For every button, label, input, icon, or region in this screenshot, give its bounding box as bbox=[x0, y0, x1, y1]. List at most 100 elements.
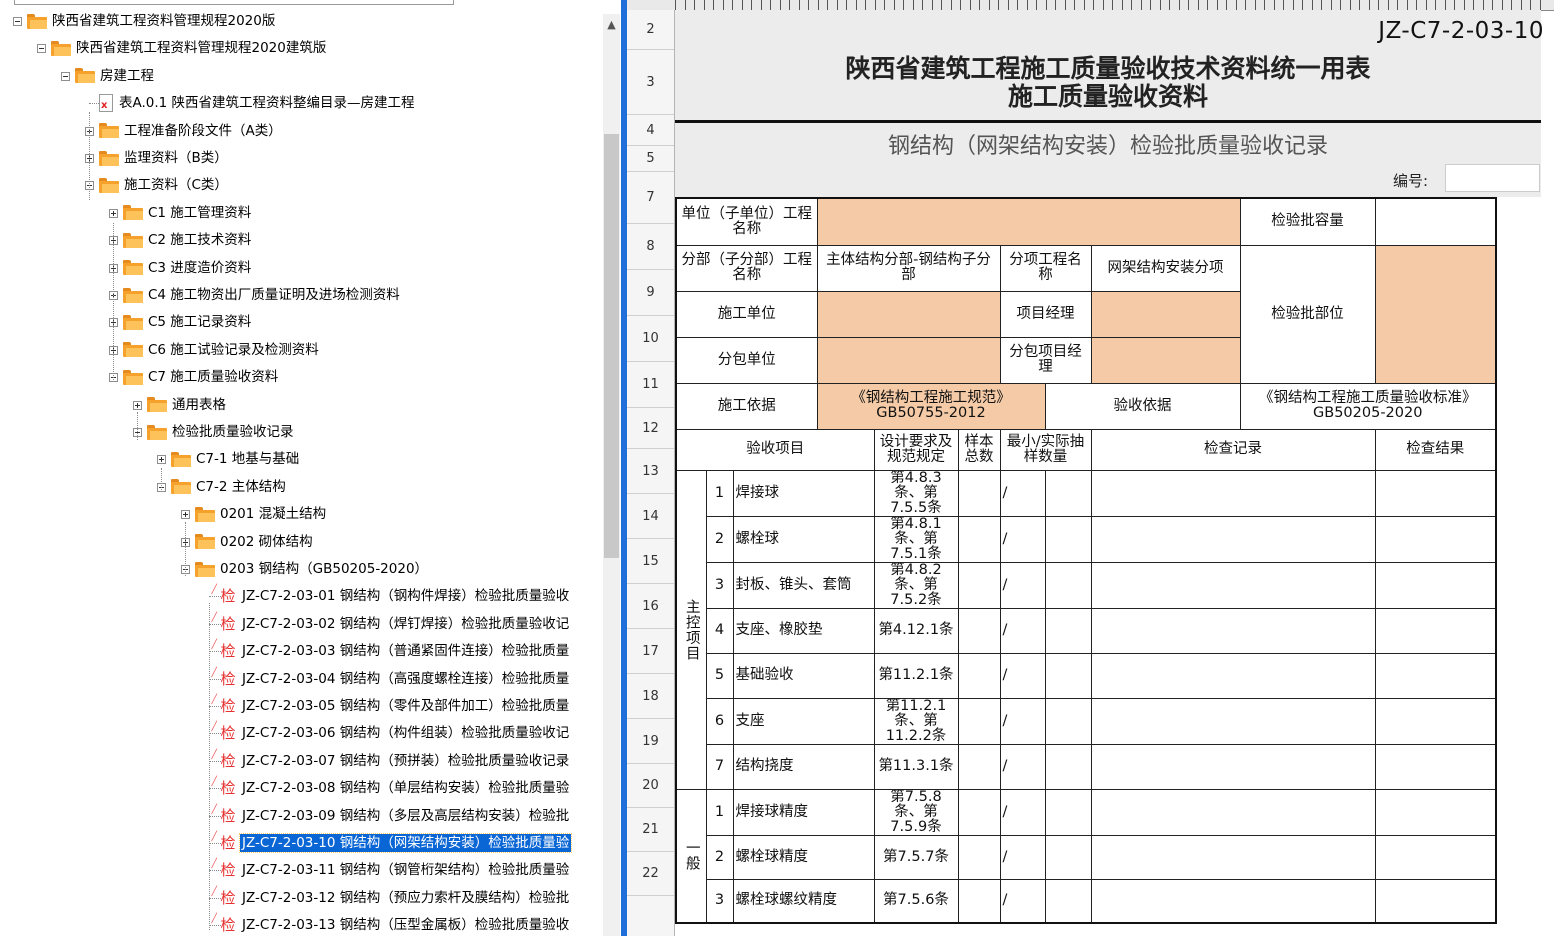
check-result-field[interactable] bbox=[1374, 469, 1497, 517]
tree-item[interactable]: 0201 混凝土结构 bbox=[195, 503, 328, 525]
scroll-up-icon[interactable]: ▲ bbox=[603, 14, 620, 36]
sample-total-field[interactable] bbox=[957, 515, 1001, 563]
row-number[interactable]: 12 bbox=[627, 408, 674, 449]
tree-item[interactable]: C6 施工试验记录及检测资料 bbox=[123, 339, 321, 361]
actual-sample-field[interactable] bbox=[1044, 515, 1092, 563]
tree-item[interactable]: 施工资料（C类） bbox=[99, 174, 230, 196]
tree-item[interactable]: 检验批质量验收记录 bbox=[147, 421, 296, 443]
tree-item[interactable]: C7 施工质量验收资料 bbox=[123, 366, 280, 388]
sample-total-field[interactable] bbox=[957, 697, 1001, 745]
min-sample-field[interactable]: / bbox=[999, 697, 1046, 745]
min-sample-field[interactable]: / bbox=[999, 834, 1046, 880]
tree-item[interactable]: C7-2 主体结构 bbox=[171, 476, 288, 498]
sample-total-field[interactable] bbox=[957, 834, 1001, 880]
row-number[interactable]: 7 bbox=[627, 172, 674, 224]
tree-item[interactable]: 检 JZ-C7-2-03-02 钢结构（焊钉焊接）检验批质量验收记 bbox=[211, 609, 571, 635]
min-sample-field[interactable]: / bbox=[999, 561, 1046, 609]
min-sample-field[interactable]: / bbox=[999, 515, 1046, 563]
tree-item[interactable]: 检JZ-C7-2-03-10 钢结构（网架结构安装）检验批质量验 bbox=[211, 828, 573, 854]
construction-basis-value[interactable]: 《钢结构工程施工规范》GB50755-2012 bbox=[816, 382, 1046, 430]
row-number[interactable]: 2 bbox=[627, 10, 674, 50]
min-sample-field[interactable]: / bbox=[999, 469, 1046, 517]
check-result-field[interactable] bbox=[1374, 561, 1497, 609]
min-sample-field[interactable]: / bbox=[999, 652, 1046, 699]
row-number[interactable]: 22 bbox=[627, 852, 674, 896]
collapse-icon[interactable] bbox=[13, 17, 22, 26]
construction-unit-field[interactable] bbox=[816, 290, 1001, 338]
check-record-field[interactable] bbox=[1090, 607, 1376, 654]
check-record-field[interactable] bbox=[1090, 469, 1376, 517]
tree-item[interactable]: 通用表格 bbox=[147, 394, 228, 416]
tree-item[interactable]: 检 JZ-C7-2-03-13 钢结构（压型金属板）检验批质量验收 bbox=[211, 910, 571, 936]
row-number[interactable]: 10 bbox=[627, 316, 674, 362]
subitem-name-value[interactable]: 网架结构安装分项 bbox=[1090, 244, 1241, 292]
tree-item[interactable]: 检 JZ-C7-2-03-07 钢结构（预拼装）检验批质量验收记录 bbox=[211, 746, 571, 772]
sample-total-field[interactable] bbox=[957, 607, 1001, 654]
check-result-field[interactable] bbox=[1374, 652, 1497, 699]
acceptance-basis-value[interactable]: 《钢结构工程施工质量验收标准》GB50205-2020 bbox=[1239, 382, 1497, 430]
check-result-field[interactable] bbox=[1374, 878, 1497, 924]
expand-icon[interactable] bbox=[109, 208, 118, 218]
row-number[interactable]: 21 bbox=[627, 808, 674, 852]
division-name-value[interactable]: 主体结构分部-钢结构子分部 bbox=[816, 244, 1001, 292]
tree-item[interactable]: 检 JZ-C7-2-03-09 钢结构（多层及高层结构安装）检验批 bbox=[211, 801, 571, 827]
tree-item[interactable]: C2 施工技术资料 bbox=[123, 229, 253, 251]
row-number[interactable]: 20 bbox=[627, 764, 674, 808]
tree-item[interactable]: 房建工程 bbox=[75, 65, 156, 87]
project-manager-field[interactable] bbox=[1090, 290, 1241, 338]
sample-total-field[interactable] bbox=[957, 561, 1001, 609]
row-number[interactable]: 9 bbox=[627, 270, 674, 316]
actual-sample-field[interactable] bbox=[1044, 561, 1092, 609]
unit-name-field[interactable] bbox=[816, 197, 1241, 246]
expand-icon[interactable] bbox=[133, 400, 142, 410]
tree-item[interactable]: 检 JZ-C7-2-03-05 钢结构（零件及部件加工）检验批质量 bbox=[211, 691, 571, 717]
check-record-field[interactable] bbox=[1090, 515, 1376, 563]
row-number[interactable]: 17 bbox=[627, 629, 674, 674]
tree-item[interactable]: C4 施工物资出厂质量证明及进场检测资料 bbox=[123, 284, 402, 306]
tree-item[interactable]: 工程准备阶段文件（A类） bbox=[99, 120, 284, 142]
sample-total-field[interactable] bbox=[957, 788, 1001, 836]
expand-icon[interactable] bbox=[181, 510, 190, 520]
tree-item[interactable]: 0202 砌体结构 bbox=[195, 531, 315, 553]
actual-sample-field[interactable] bbox=[1044, 469, 1092, 517]
check-record-field[interactable] bbox=[1090, 561, 1376, 609]
check-result-field[interactable] bbox=[1374, 607, 1497, 654]
tree-item[interactable]: 陕西省建筑工程资料管理规程2020建筑版 bbox=[51, 37, 328, 59]
check-record-field[interactable] bbox=[1090, 878, 1376, 924]
check-result-field[interactable] bbox=[1374, 697, 1497, 745]
actual-sample-field[interactable] bbox=[1044, 607, 1092, 654]
batch-location-field[interactable] bbox=[1374, 244, 1497, 384]
tree-item[interactable]: x 表A.0.1 陕西省建筑工程资料整编目录—房建工程 bbox=[99, 92, 417, 114]
row-number[interactable]: 4 bbox=[627, 115, 674, 146]
check-result-field[interactable] bbox=[1374, 515, 1497, 563]
sample-total-field[interactable] bbox=[957, 878, 1001, 924]
actual-sample-field[interactable] bbox=[1044, 788, 1092, 836]
actual-sample-field[interactable] bbox=[1044, 743, 1092, 790]
min-sample-field[interactable]: / bbox=[999, 788, 1046, 836]
row-number[interactable]: 8 bbox=[627, 224, 674, 270]
actual-sample-field[interactable] bbox=[1044, 697, 1092, 745]
batch-capacity-field[interactable] bbox=[1374, 197, 1497, 246]
sample-total-field[interactable] bbox=[957, 652, 1001, 699]
check-record-field[interactable] bbox=[1090, 652, 1376, 699]
tree-item[interactable]: 监理资料（B类） bbox=[99, 147, 230, 169]
tree-item[interactable]: C3 进度造价资料 bbox=[123, 257, 253, 279]
check-result-field[interactable] bbox=[1374, 834, 1497, 880]
check-result-field[interactable] bbox=[1374, 788, 1497, 836]
actual-sample-field[interactable] bbox=[1044, 834, 1092, 880]
sub-unit-field[interactable] bbox=[816, 336, 1001, 384]
tree-item[interactable]: 检 JZ-C7-2-03-01 钢结构（钢构件焊接）检验批质量验收 bbox=[211, 581, 571, 607]
row-number[interactable]: 13 bbox=[627, 449, 674, 494]
tree-item[interactable]: 检 JZ-C7-2-03-03 钢结构（普通紧固件连接）检验批质量 bbox=[211, 636, 571, 662]
expand-icon[interactable] bbox=[157, 455, 166, 465]
tree-scrollbar-thumb[interactable] bbox=[604, 134, 619, 558]
check-record-field[interactable] bbox=[1090, 743, 1376, 790]
check-record-field[interactable] bbox=[1090, 697, 1376, 745]
collapse-icon[interactable] bbox=[61, 71, 70, 81]
check-record-field[interactable] bbox=[1090, 834, 1376, 880]
collapse-icon[interactable] bbox=[37, 44, 46, 54]
serial-number-field[interactable] bbox=[1445, 164, 1540, 192]
sub-manager-field[interactable] bbox=[1090, 336, 1241, 384]
row-number[interactable]: 16 bbox=[627, 584, 674, 629]
tree-item[interactable]: 检 JZ-C7-2-03-04 钢结构（高强度螺栓连接）检验批质量 bbox=[211, 664, 571, 690]
